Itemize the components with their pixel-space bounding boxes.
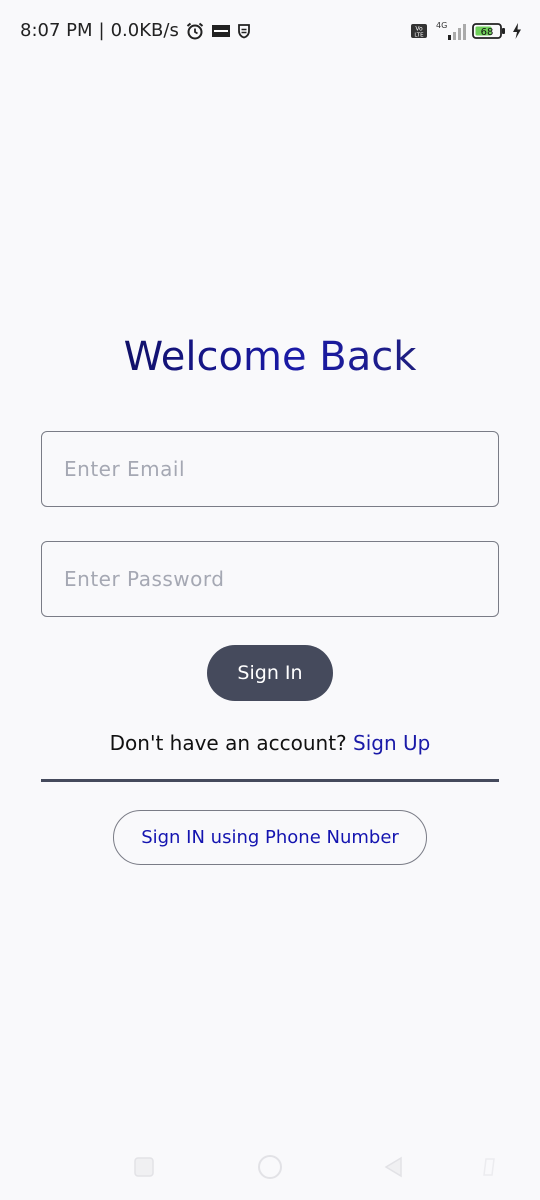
recent-apps-icon[interactable] (124, 1152, 164, 1182)
signal-icon: 4G (434, 20, 466, 42)
volte-icon: Vo LTE (410, 23, 428, 39)
account-prompt: Don't have an account? Sign Up (0, 731, 540, 755)
sign-up-link[interactable]: Sign Up (353, 731, 430, 755)
network-speed: 0.0KB/s (110, 20, 179, 41)
charging-icon (512, 23, 522, 39)
navigation-bar (0, 1136, 540, 1200)
page-title: Welcome Back (0, 334, 540, 380)
home-icon[interactable] (250, 1152, 290, 1182)
svg-text:Vo: Vo (415, 26, 423, 33)
battery-icon: 68 (472, 22, 506, 40)
no-account-text: Don't have an account? (109, 731, 347, 755)
alarm-icon (185, 21, 205, 41)
phone-sign-in-button[interactable]: Sign IN using Phone Number (113, 810, 427, 865)
accessibility-icon[interactable] (470, 1152, 510, 1182)
status-right: Vo LTE 4G 68 (410, 20, 522, 42)
svg-text:LTE: LTE (414, 33, 424, 39)
battery-level: 68 (481, 27, 494, 38)
status-separator: | (98, 20, 105, 41)
status-bar: 8:07 PM | 0.0KB/s Vo LTE 4G 68 (0, 0, 540, 64)
status-time: 8:07 PM (20, 20, 93, 41)
status-left: 8:07 PM | 0.0KB/s (20, 20, 251, 41)
divider (41, 779, 499, 782)
shield-icon (237, 23, 251, 39)
back-icon[interactable] (374, 1152, 414, 1182)
email-field[interactable] (41, 431, 499, 507)
app-notification-icon (211, 24, 231, 38)
password-field[interactable] (41, 541, 499, 617)
network-type: 4G (436, 21, 447, 30)
sign-in-button[interactable]: Sign In (207, 645, 333, 701)
